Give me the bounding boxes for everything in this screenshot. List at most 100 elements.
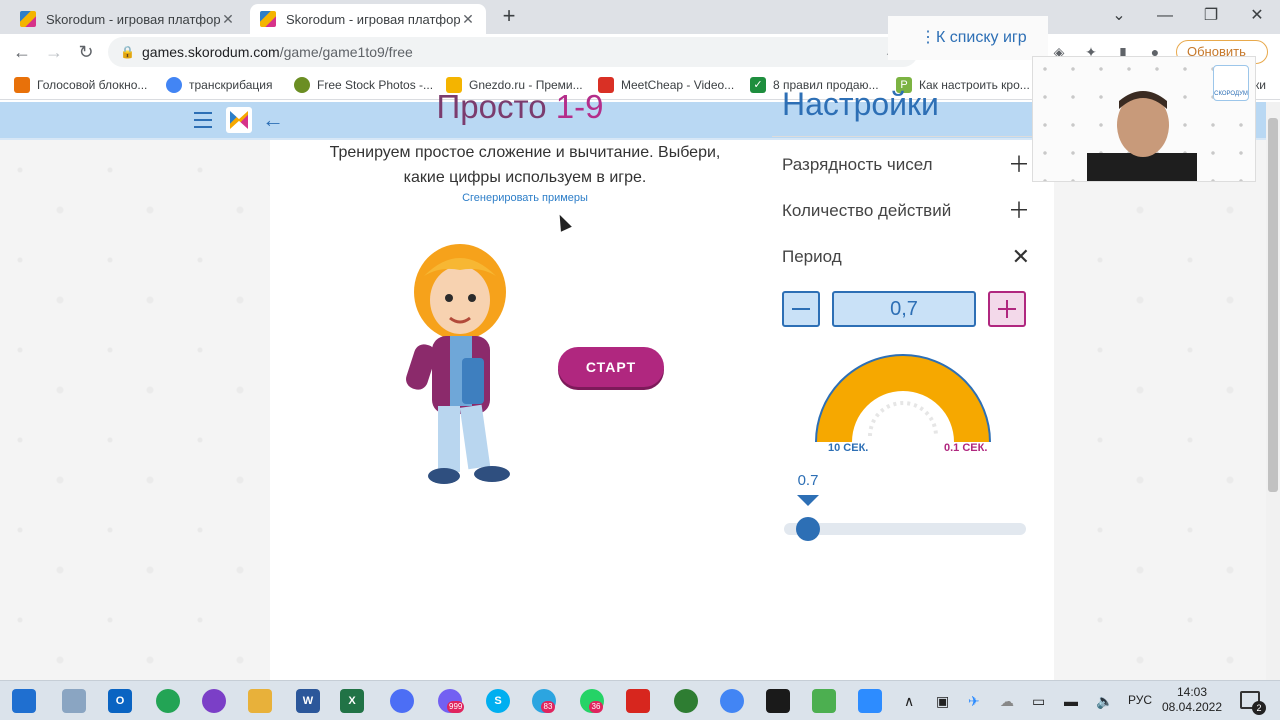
chrome-icon[interactable] [720, 689, 744, 713]
tab-close-icon[interactable]: ✕ [220, 11, 236, 28]
period-value-field[interactable]: 0,7 [832, 291, 976, 327]
terminal-icon[interactable] [766, 689, 790, 713]
slider-value-label: 0.7 [797, 472, 819, 489]
network-icon[interactable]: ▭ [1032, 693, 1045, 710]
folder-icon[interactable] [248, 689, 272, 713]
game-title-number: 1-9 [555, 88, 604, 125]
clock[interactable]: 14:03 08.04.2022 [1158, 685, 1226, 715]
plus-icon[interactable]: ＋ [1008, 150, 1030, 180]
setting-period[interactable]: Период ✕ [782, 242, 1032, 272]
games-list-link[interactable]: ⋮ К списку игр [888, 16, 1048, 60]
forward-arrow-icon[interactable]: → [42, 40, 66, 64]
bookmark-label: Голосовой блокно... [37, 78, 148, 92]
lock-icon: 🔒 [120, 45, 135, 59]
close-icon[interactable]: ✕ [1012, 242, 1030, 272]
camtasia-icon[interactable] [812, 689, 836, 713]
skorodum-logo[interactable] [226, 107, 252, 133]
url-path: /game/game1to9/free [279, 44, 413, 60]
gauge-max-label: 0.1 СЕК. [944, 442, 988, 454]
notification-center-icon[interactable]: 2 [1240, 691, 1266, 715]
clock-time: 14:03 [1176, 685, 1208, 699]
scrollbar-thumb[interactable] [1268, 118, 1278, 492]
setting-label: Разрядность чисел [782, 155, 933, 174]
url-host: games.skorodum.com [142, 44, 280, 60]
bookmark-item[interactable]: транскрибация [166, 76, 272, 94]
menu-icon[interactable] [194, 112, 212, 128]
restore-icon[interactable]: ❐ [1188, 0, 1234, 34]
games-list-label: К списку игр [936, 29, 1027, 46]
new-tab-icon[interactable]: + [498, 5, 520, 28]
podcast-icon[interactable] [202, 689, 226, 713]
zoom-app-icon[interactable] [858, 689, 882, 713]
game-title: Просто 1-9 [270, 88, 770, 126]
setting-number-digits[interactable]: Разрядность чисел ＋ [782, 150, 1032, 180]
tab-search-icon[interactable]: ⌄ [1096, 0, 1142, 34]
game-description: Тренируем простое сложение и вычитание. … [329, 144, 721, 186]
volume-icon[interactable]: 🔈 [1096, 693, 1113, 710]
minus-icon [792, 308, 810, 310]
battery-icon[interactable]: ▬ [1064, 693, 1078, 709]
skorodum-favicon-icon [260, 11, 276, 27]
skorodum-favicon-icon [20, 11, 36, 27]
period-slider-track[interactable] [784, 523, 1026, 535]
bug-app-icon[interactable] [674, 689, 698, 713]
period-decrease-button[interactable] [782, 291, 820, 327]
telegram-badge: 83 [541, 701, 555, 713]
period-gauge [815, 354, 991, 443]
slider-pointer-icon [797, 495, 819, 506]
tab-close-icon[interactable]: ✕ [460, 11, 476, 28]
bookmark-label: транскрибация [189, 78, 273, 92]
skype-icon[interactable]: S [486, 689, 510, 713]
windows-taskbar: O W X 999 S 83 36 ∧ ▣ ✈ ☁ ▭ ▬ 🔈 РУС 14:0… [0, 680, 1280, 720]
tray-app-icon[interactable]: ▣ [936, 693, 949, 710]
gauge-min-label: 10 СЕК. [828, 442, 869, 454]
page-content [0, 140, 1266, 680]
start-button[interactable]: СТАРТ [558, 347, 664, 387]
period-increase-button[interactable] [988, 291, 1026, 327]
game-title-word: Просто [436, 88, 547, 125]
address-bar[interactable]: 🔒 games.skorodum.com/game/game1to9/free [108, 37, 918, 67]
notification-count: 2 [1252, 701, 1266, 715]
cloud-icon[interactable]: ☁ [1000, 693, 1014, 710]
plus-icon [1006, 300, 1008, 318]
settings-divider [772, 136, 1034, 137]
webcam-overlay: СКОРОДУМ [1032, 56, 1256, 182]
girl-character-illustration [406, 244, 510, 484]
presenter-video [1087, 91, 1197, 181]
back-arrow-icon[interactable]: ← [10, 40, 34, 64]
browser-tab-2[interactable]: Skorodum - игровая платформа ✕ [250, 4, 486, 34]
more-vertical-icon: ⋮ [920, 29, 936, 46]
green-app-icon[interactable] [156, 689, 180, 713]
minimize-icon[interactable]: — [1142, 0, 1188, 34]
window-close-icon[interactable]: ✕ [1234, 0, 1280, 34]
tray-chevron-icon[interactable]: ∧ [904, 693, 914, 710]
period-slider-handle[interactable] [796, 517, 820, 541]
messenger-icon[interactable] [390, 689, 414, 713]
setting-label: Количество действий [782, 201, 952, 220]
voice-notebook-icon [14, 77, 30, 93]
tray-bird-icon[interactable]: ✈ [968, 693, 980, 710]
language-indicator[interactable]: РУС [1128, 693, 1152, 707]
settings-title: Настройки [782, 86, 939, 122]
file-explorer-alt-icon[interactable] [62, 689, 86, 713]
tab-title: Skorodum - игровая платформа [286, 11, 460, 27]
setting-operations-count[interactable]: Количество действий ＋ [782, 196, 1032, 226]
excel-icon[interactable]: X [340, 689, 364, 713]
reload-icon[interactable]: ↻ [74, 40, 98, 64]
whatsapp-badge: 36 [589, 701, 603, 713]
bookmark-item[interactable]: Голосовой блокно... [14, 76, 147, 94]
browser-tab-strip: Skorodum - игровая платформа ✕ Skorodum … [0, 0, 1280, 34]
setting-label: Период [782, 247, 842, 266]
generate-examples-link[interactable]: Сгенерировать примеры [420, 192, 630, 204]
viber-badge: 999 [447, 701, 465, 713]
outlook-icon[interactable]: O [108, 689, 132, 713]
clock-date: 08.04.2022 [1161, 700, 1223, 714]
browser-tab-1[interactable]: Skorodum - игровая платформа ✕ [10, 4, 246, 34]
google-icon [166, 77, 182, 93]
plus-icon[interactable]: ＋ [1008, 196, 1030, 226]
acrobat-icon[interactable] [626, 689, 650, 713]
skorodum-badge: СКОРОДУМ [1213, 65, 1249, 101]
word-icon[interactable]: W [296, 689, 320, 713]
tab-title: Skorodum - игровая платформа [46, 11, 220, 27]
windows-start-icon[interactable] [12, 689, 36, 713]
